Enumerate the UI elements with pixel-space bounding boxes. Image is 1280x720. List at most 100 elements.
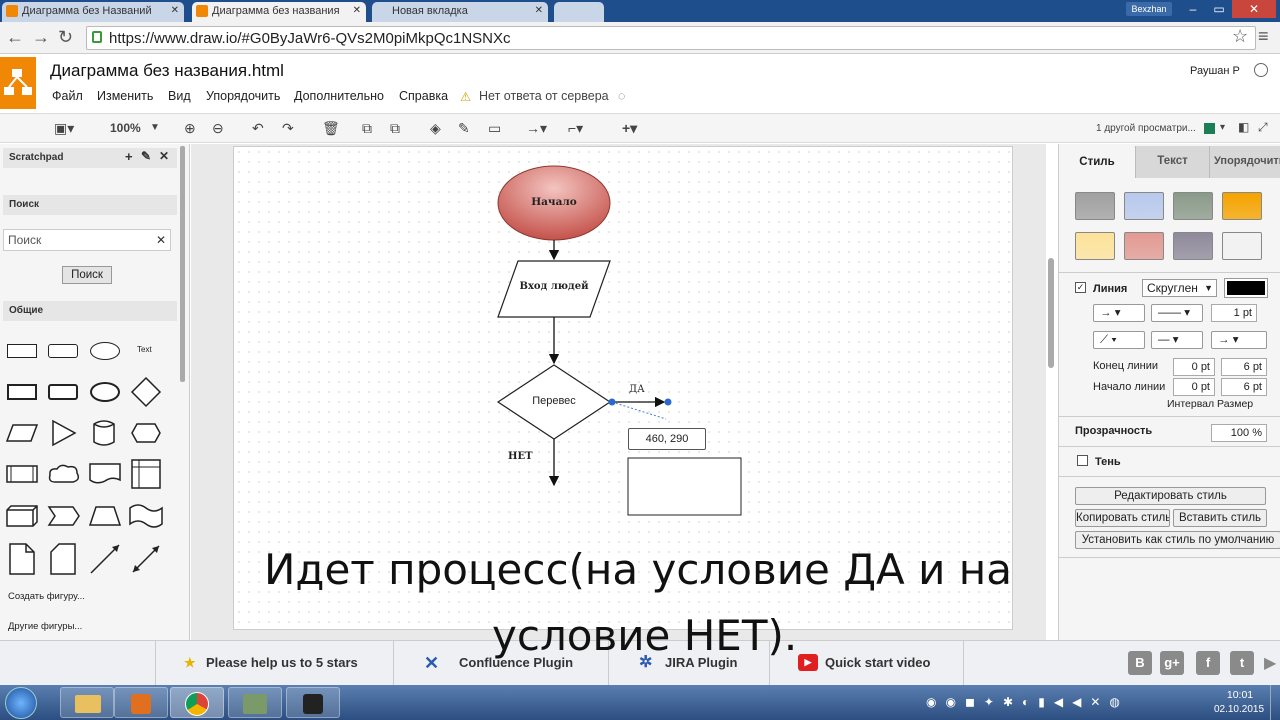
more-shapes-link[interactable]: Другие фигуры... [8, 621, 82, 632]
minimize-icon[interactable]: – [1180, 0, 1206, 18]
rounded-rectangle-shape[interactable] [48, 344, 78, 358]
reload-icon[interactable]: ↻ [58, 27, 73, 48]
tab-arrange[interactable]: Упорядочить [1209, 146, 1280, 178]
scratchpad-header[interactable]: Scratchpad + ✎ ✕ [3, 148, 177, 168]
waypoints-icon[interactable]: ⌐▾ [568, 120, 583, 137]
parallelogram-shape[interactable] [5, 422, 39, 444]
close-icon[interactable]: ✕ [535, 5, 543, 16]
new-tab-button[interactable] [554, 2, 604, 22]
menu-arrange[interactable]: Упорядочить [206, 89, 280, 103]
format-panel-icon[interactable]: ◧ [1238, 120, 1249, 134]
cylinder-shape[interactable] [92, 418, 116, 448]
clear-icon[interactable]: ✕ [156, 233, 166, 247]
url-input[interactable]: https://www.draw.io/#G0ByJaWr6-QVs2M0piM… [86, 26, 1256, 50]
tab-text[interactable]: Текст [1135, 146, 1209, 178]
back-icon[interactable]: ← [6, 27, 24, 48]
cloud-shape[interactable] [47, 462, 81, 486]
close-icon[interactable]: ✕ [159, 149, 169, 163]
camera-taskbar-icon[interactable] [286, 687, 340, 718]
chevron-down-icon[interactable]: ▼ [150, 122, 160, 133]
arrow-end-select[interactable]: → ▾ [1211, 331, 1267, 349]
style-swatch[interactable] [1222, 192, 1262, 220]
tab-style[interactable]: Стиль [1059, 146, 1135, 178]
bold-rectangle-shape[interactable] [7, 384, 37, 400]
panel-toggle-icon[interactable]: ▣▾ [54, 120, 74, 137]
quick-start-video-link[interactable]: ▶ Quick start video [770, 641, 964, 685]
bold-rounded-rectangle-shape[interactable] [48, 384, 78, 400]
zoom-in-icon[interactable]: ⊕ [184, 120, 196, 137]
redo-icon[interactable]: ↷ [282, 120, 294, 137]
app-taskbar-icon[interactable] [228, 687, 282, 718]
bidirectional-arrow-shape[interactable] [129, 542, 163, 576]
text-shape[interactable]: Text [137, 345, 152, 354]
zoom-select[interactable]: 100% [110, 121, 141, 135]
maximize-icon[interactable]: ▭ [1206, 0, 1232, 18]
add-icon[interactable]: + [125, 149, 133, 164]
menu-help[interactable]: Справка [399, 89, 448, 103]
collapse-footer-icon[interactable]: ▶ [1264, 653, 1276, 673]
line-color-swatch[interactable] [1224, 278, 1268, 298]
shadow-icon[interactable]: ▭ [488, 120, 501, 137]
forward-icon[interactable]: → [32, 27, 50, 48]
step-shape[interactable] [47, 504, 81, 528]
undo-icon[interactable]: ↶ [252, 120, 264, 137]
browser-tab-active[interactable]: Диаграмма без названия ✕ [192, 2, 366, 22]
table-shape[interactable] [130, 458, 162, 490]
twitter-icon[interactable]: t [1230, 651, 1254, 675]
line-color-icon[interactable]: ✎ [458, 120, 470, 137]
line-pattern-select[interactable]: —— ▾ [1151, 304, 1203, 322]
line-style-select[interactable]: Скруглен ▼ [1142, 279, 1217, 297]
profile-badge[interactable]: Bexzhan [1126, 2, 1172, 16]
delete-icon[interactable]: 🗑 [322, 120, 340, 137]
menu-edit[interactable]: Изменить [97, 89, 153, 103]
ellipse-shape[interactable] [90, 342, 120, 360]
opacity-input[interactable]: 100 % [1211, 424, 1267, 442]
user-name[interactable]: Раушан Р [1190, 65, 1240, 77]
system-tray-icons[interactable]: ◉◉◼✦✱◐▮◀◀✕◍ [926, 695, 1129, 709]
rate-stars-link[interactable]: ★ Please help us to 5 stars [156, 641, 394, 685]
start-spacing-input[interactable]: 0 pt [1173, 378, 1215, 396]
line-shape[interactable] [88, 542, 122, 576]
search-section-header[interactable]: Поиск [3, 195, 177, 215]
end-size-input[interactable]: 6 pt [1221, 358, 1267, 376]
start-button-icon[interactable] [5, 687, 37, 719]
create-shape-link[interactable]: Создать фигуру... [8, 591, 85, 602]
menu-view[interactable]: Вид [168, 89, 191, 103]
browser-tab[interactable]: Диаграмма без Названий ✕ [2, 2, 184, 22]
general-section-header[interactable]: Общие [3, 301, 177, 321]
doc-title[interactable]: Диаграмма без названия.html [50, 61, 284, 81]
bold-ellipse-shape[interactable] [90, 382, 120, 402]
line-checkbox[interactable]: ✓ [1075, 282, 1086, 293]
style-swatch[interactable] [1075, 232, 1115, 260]
waypoint-select[interactable]: ⟋ ▾ [1093, 331, 1145, 349]
facebook-icon[interactable]: f [1196, 651, 1220, 675]
close-window-icon[interactable]: ✕ [1232, 0, 1276, 18]
chrome-taskbar-icon[interactable] [170, 687, 224, 718]
show-desktop-button[interactable] [1270, 685, 1280, 720]
google-plus-icon[interactable]: g+ [1160, 651, 1184, 675]
style-swatch[interactable] [1124, 192, 1164, 220]
zoom-out-icon[interactable]: ⊖ [212, 120, 224, 137]
end-spacing-input[interactable]: 0 pt [1173, 358, 1215, 376]
card-shape[interactable] [49, 542, 77, 576]
globe-icon[interactable] [1254, 63, 1268, 77]
to-front-icon[interactable]: ⧉ [362, 120, 372, 137]
close-icon[interactable]: ✕ [353, 5, 361, 16]
edit-style-button[interactable]: Редактировать стиль [1075, 487, 1266, 505]
style-swatch[interactable] [1173, 232, 1213, 260]
browser-menu-icon[interactable]: ≡ [1258, 26, 1269, 47]
start-size-input[interactable]: 6 pt [1221, 378, 1267, 396]
copy-style-button[interactable]: Копировать стиль [1075, 509, 1170, 527]
style-swatch[interactable] [1222, 232, 1262, 260]
hexagon-shape[interactable] [130, 422, 162, 444]
rhombus-shape[interactable] [130, 376, 162, 408]
set-default-style-button[interactable]: Установить как стиль по умолчанию [1075, 531, 1280, 549]
tape-shape[interactable] [128, 502, 164, 530]
close-icon[interactable]: ✕ [171, 5, 179, 16]
style-swatch[interactable] [1075, 192, 1115, 220]
browser-tab[interactable]: Новая вкладка ✕ [372, 2, 548, 22]
insert-icon[interactable]: +▾ [622, 120, 637, 137]
style-swatch[interactable] [1173, 192, 1213, 220]
clock-date[interactable]: 02.10.2015 [1212, 704, 1266, 715]
line-start-select[interactable]: → ▾ [1093, 304, 1145, 322]
